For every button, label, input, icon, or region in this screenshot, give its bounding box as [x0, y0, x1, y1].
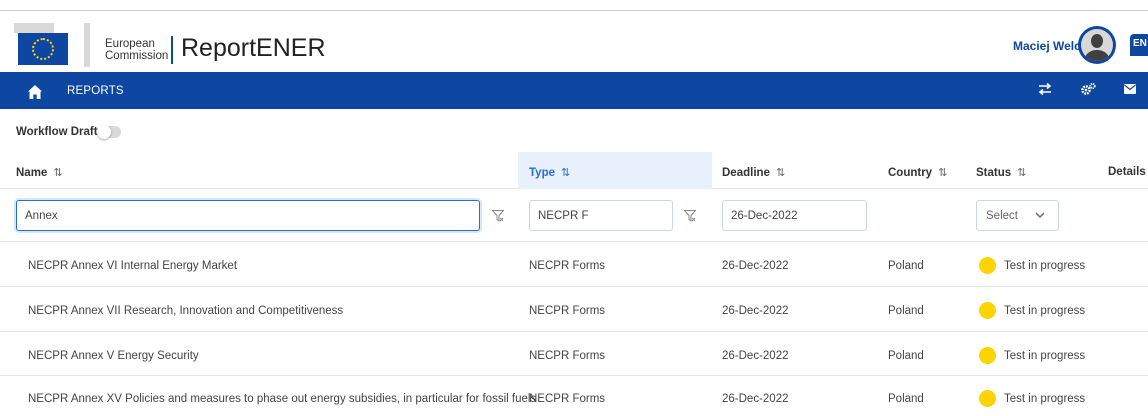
- app-title[interactable]: ReportENER: [181, 34, 326, 63]
- sort-icon[interactable]: ⇅: [938, 167, 947, 179]
- org-name: European Commission: [105, 38, 168, 62]
- report-name-link[interactable]: NECPR Annex VI Internal Energy Market: [28, 260, 237, 272]
- home-icon[interactable]: [27, 84, 43, 100]
- eu-flag-logo[interactable]: [14, 23, 90, 67]
- filter-clear-icon[interactable]: [684, 210, 696, 222]
- report-name-link[interactable]: NECPR Annex XV Policies and measures to …: [28, 393, 536, 405]
- mail-icon[interactable]: [1124, 84, 1136, 94]
- language-selector[interactable]: EN: [1130, 34, 1148, 56]
- report-country: Poland: [888, 260, 924, 272]
- table-row[interactable]: NECPR Annex V Energy Security NECPR Form…: [0, 332, 1148, 376]
- report-deadline: 26-Dec-2022: [722, 260, 789, 272]
- report-type: NECPR Forms: [529, 393, 606, 405]
- app-header: European Commission ReportENER Maciej We…: [0, 11, 1148, 72]
- eu-stars-icon: [32, 38, 54, 60]
- report-name-link[interactable]: NECPR Annex V Energy Security: [28, 350, 199, 362]
- sort-icon[interactable]: ⇅: [53, 167, 62, 179]
- user-name[interactable]: Maciej Welc: [1013, 39, 1081, 53]
- report-deadline: 26-Dec-2022: [722, 350, 789, 362]
- transfer-icon[interactable]: [1038, 82, 1052, 96]
- report-status: Test in progress: [1004, 260, 1086, 272]
- sort-ascending-icon[interactable]: ⇅: [561, 167, 570, 179]
- status-indicator-icon: [979, 347, 996, 364]
- report-deadline: 26-Dec-2022: [722, 305, 789, 317]
- report-type: NECPR Forms: [529, 350, 606, 362]
- chevron-down-icon: [1035, 212, 1045, 218]
- report-name-link[interactable]: NECPR Annex VII Research, Innovation and…: [28, 305, 343, 317]
- workflow-draft-label: Workflow Draft: [16, 126, 98, 138]
- report-country: Poland: [888, 305, 924, 317]
- status-indicator-icon: [979, 257, 996, 274]
- sort-icon[interactable]: ⇅: [776, 167, 785, 179]
- report-status: Test in progress: [1004, 393, 1086, 405]
- report-country: Poland: [888, 350, 924, 362]
- org-line-2: Commission: [105, 50, 169, 62]
- report-type: NECPR Forms: [529, 305, 606, 317]
- table-row[interactable]: NECPR Annex VI Internal Energy Market NE…: [0, 242, 1148, 287]
- avatar-icon: [1081, 29, 1113, 61]
- table-row[interactable]: NECPR Annex VII Research, Innovation and…: [0, 287, 1148, 332]
- filter-clear-icon[interactable]: [492, 210, 504, 222]
- nav-reports-link[interactable]: REPORTS: [67, 85, 124, 97]
- user-avatar[interactable]: [1078, 26, 1116, 64]
- table-header-row: Name ⇅ Type ⇅ Deadline ⇅ Country ⇅ Status ⇅ D…: [0, 152, 1148, 189]
- status-filter-placeholder: Select: [986, 210, 1018, 222]
- column-header-deadline[interactable]: Deadline ⇅: [722, 166, 785, 179]
- table-filter-row: Select: [0, 189, 1148, 242]
- workflow-draft-toggle[interactable]: [97, 125, 121, 139]
- column-header-type[interactable]: Type ⇅: [529, 166, 570, 179]
- status-indicator-icon: [979, 302, 996, 319]
- org-line-1: European: [105, 38, 155, 50]
- logo-divider: [171, 36, 173, 64]
- settings-gears-icon[interactable]: [1081, 82, 1096, 96]
- status-indicator-icon: [979, 390, 996, 407]
- report-deadline: 26-Dec-2022: [722, 393, 789, 405]
- report-country: Poland: [888, 393, 924, 405]
- toggle-knob: [97, 125, 111, 139]
- main-navbar: REPORTS: [0, 72, 1148, 109]
- type-filter-input[interactable]: [529, 200, 673, 231]
- report-type: NECPR Forms: [529, 260, 606, 272]
- sort-icon[interactable]: ⇅: [1017, 167, 1026, 179]
- column-header-status[interactable]: Status ⇅: [976, 166, 1026, 179]
- status-filter-select[interactable]: Select: [976, 200, 1059, 231]
- report-status: Test in progress: [1004, 350, 1086, 362]
- column-header-details: Details: [1108, 166, 1146, 178]
- report-status: Test in progress: [1004, 305, 1086, 317]
- deadline-filter-input[interactable]: [722, 200, 867, 231]
- column-header-name[interactable]: Name ⇅: [16, 166, 63, 179]
- column-header-country[interactable]: Country ⇅: [888, 166, 947, 179]
- name-filter-input[interactable]: [16, 200, 480, 231]
- table-row[interactable]: NECPR Annex XV Policies and measures to …: [0, 376, 1148, 416]
